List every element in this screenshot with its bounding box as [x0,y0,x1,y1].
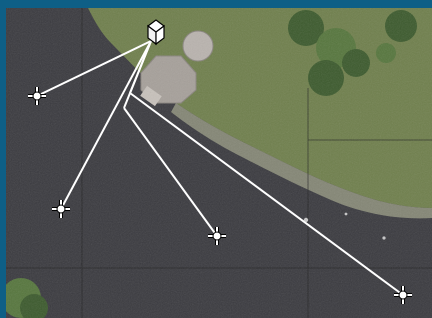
map-viewport[interactable] [6,8,432,318]
map-svg[interactable] [6,8,432,318]
cube-icon[interactable] [147,19,165,46]
map-frame [0,0,432,318]
